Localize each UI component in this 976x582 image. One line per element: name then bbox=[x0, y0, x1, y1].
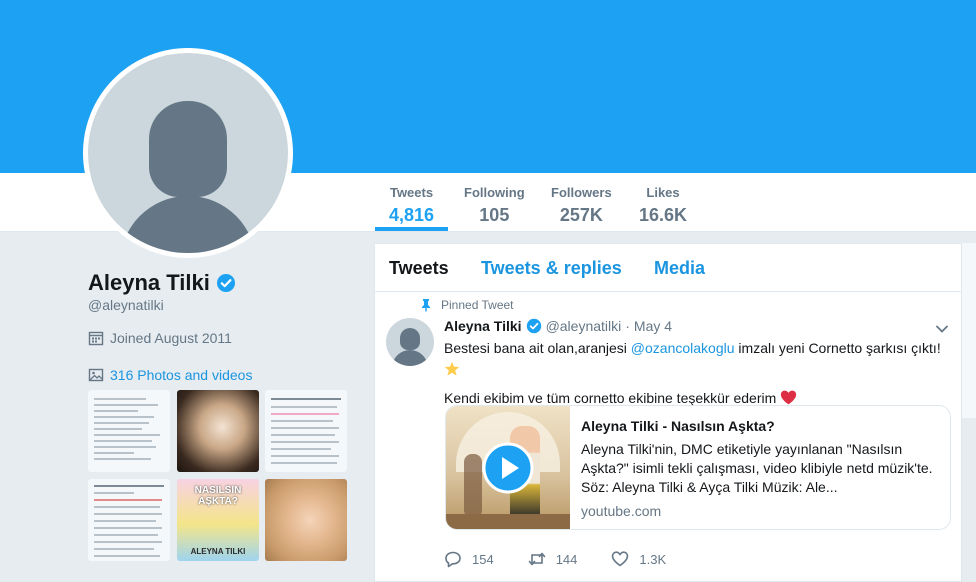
album-artist-text: ALEYNA TILKI bbox=[190, 547, 246, 556]
verified-badge-icon bbox=[216, 274, 235, 292]
tweet-author-handle[interactable]: @aleynatilki bbox=[546, 318, 622, 334]
media-thumbnail-portrait[interactable] bbox=[265, 479, 347, 561]
tweet-text: Bestesi bana ait olan,aranjesi @ozancola… bbox=[444, 339, 944, 408]
profile-name-text: Aleyna Tilki bbox=[88, 270, 210, 295]
tweet-header: Aleyna Tilki @aleynatilki · May 4 bbox=[444, 318, 672, 334]
profile-handle[interactable]: @aleynatilki bbox=[88, 297, 164, 313]
media-thumbnail-album-cover[interactable]: NASILSIN AŞKTA? ALEYNA TILKI bbox=[177, 479, 259, 561]
tweet-text-part1: Bestesi bana ait olan,aranjesi bbox=[444, 340, 631, 356]
profile-name[interactable]: Aleyna Tilki bbox=[88, 270, 236, 296]
play-button-icon[interactable] bbox=[482, 442, 534, 494]
retweet-icon bbox=[528, 552, 546, 566]
thumbnail-figure bbox=[464, 454, 482, 518]
tweet-separator: · bbox=[625, 318, 630, 334]
stat-followers[interactable]: Followers 257K bbox=[551, 185, 612, 226]
tweet-text-part2: imzalı yeni Cornetto şarkısı çıktı! bbox=[734, 340, 941, 356]
retweet-button[interactable]: 144 bbox=[528, 550, 578, 568]
media-thumbnail-document-2[interactable] bbox=[88, 479, 170, 561]
stat-likes[interactable]: Likes 16.6K bbox=[639, 185, 687, 226]
stat-following-value: 105 bbox=[479, 205, 510, 225]
media-thumbnail-document[interactable] bbox=[88, 390, 170, 472]
stat-likes-value: 16.6K bbox=[639, 205, 688, 225]
thumbnail-floor bbox=[446, 514, 570, 529]
tweet-date[interactable]: May 4 bbox=[634, 318, 672, 334]
stat-tweets-label: Tweets bbox=[389, 185, 434, 200]
tweet-text-line2: Kendi ekibim ve tüm cornetto ekibine teş… bbox=[444, 390, 777, 406]
tab-media[interactable]: Media bbox=[654, 258, 705, 279]
link-card-body: Aleyna Tilki - Nasılsın Aşkta? Aleyna Ti… bbox=[581, 418, 941, 519]
pinned-tweet-text: Pinned Tweet bbox=[441, 298, 514, 312]
stat-followers-label: Followers bbox=[551, 185, 612, 200]
stat-followers-value: 257K bbox=[559, 205, 603, 225]
pin-icon bbox=[422, 299, 430, 312]
tweet-author-name[interactable]: Aleyna Tilki bbox=[444, 318, 522, 334]
photo-icon bbox=[88, 368, 104, 382]
tab-tweets-and-replies[interactable]: Tweets & replies bbox=[481, 258, 622, 279]
timeline-tabs: Tweets Tweets & replies Media bbox=[375, 244, 961, 292]
like-button[interactable]: 1.3K bbox=[611, 550, 666, 568]
reply-button[interactable]: 154 bbox=[444, 550, 494, 568]
verified-badge-icon bbox=[526, 318, 541, 334]
pinned-tweet-label: Pinned Tweet bbox=[419, 298, 514, 312]
tweet-author-avatar[interactable] bbox=[386, 318, 434, 366]
star-emoji-icon bbox=[444, 361, 460, 376]
tab-tweets[interactable]: Tweets bbox=[389, 258, 449, 279]
chevron-down-icon[interactable] bbox=[935, 322, 949, 336]
default-avatar-body bbox=[120, 196, 256, 253]
stat-likes-label: Likes bbox=[646, 185, 680, 200]
tweet-actions: 154 144 1.3K bbox=[444, 550, 700, 568]
media-thumbnail-photo[interactable] bbox=[177, 390, 259, 472]
calendar-icon bbox=[88, 331, 104, 346]
default-avatar-head bbox=[149, 101, 227, 197]
like-count: 1.3K bbox=[639, 551, 667, 567]
joined-text: Joined August 2011 bbox=[110, 330, 232, 346]
photos-videos-link[interactable]: 316 Photos and videos bbox=[88, 367, 252, 383]
stat-tweets[interactable]: Tweets 4,816 bbox=[374, 185, 449, 231]
photos-videos-text: 316 Photos and videos bbox=[110, 367, 253, 383]
stat-following-label: Following bbox=[464, 185, 525, 200]
reply-count: 154 bbox=[472, 551, 494, 567]
heart-emoji-icon bbox=[781, 390, 797, 405]
default-avatar-head bbox=[400, 328, 420, 350]
reply-icon bbox=[445, 551, 461, 568]
link-card-title: Aleyna Tilki - Nasılsın Aşkta? bbox=[581, 418, 775, 434]
retweet-count: 144 bbox=[555, 551, 578, 567]
stat-tweets-value: 4,816 bbox=[389, 205, 435, 225]
link-card-description: Aleyna Tilki'nin, DMC etiketiyle yayınla… bbox=[581, 441, 933, 495]
video-thumbnail[interactable] bbox=[446, 406, 570, 529]
media-thumbnail-spreadsheet[interactable] bbox=[265, 390, 347, 472]
link-card-domain: youtube.com bbox=[581, 503, 662, 519]
stat-following[interactable]: Following 105 bbox=[464, 185, 525, 226]
heart-icon bbox=[612, 551, 629, 567]
profile-avatar[interactable] bbox=[83, 48, 293, 258]
link-preview-card[interactable]: Aleyna Tilki - Nasılsın Aşkta? Aleyna Ti… bbox=[445, 405, 951, 530]
default-avatar-body bbox=[392, 350, 428, 366]
tweet-mention-link[interactable]: @ozancolakoglu bbox=[631, 340, 735, 356]
album-title-text: NASILSIN AŞKTA? bbox=[194, 485, 242, 507]
joined-date: Joined August 2011 bbox=[88, 330, 232, 346]
timeline-panel: Tweets Tweets & replies Media Pinned Twe… bbox=[374, 243, 962, 582]
right-panel-edge bbox=[962, 243, 976, 418]
